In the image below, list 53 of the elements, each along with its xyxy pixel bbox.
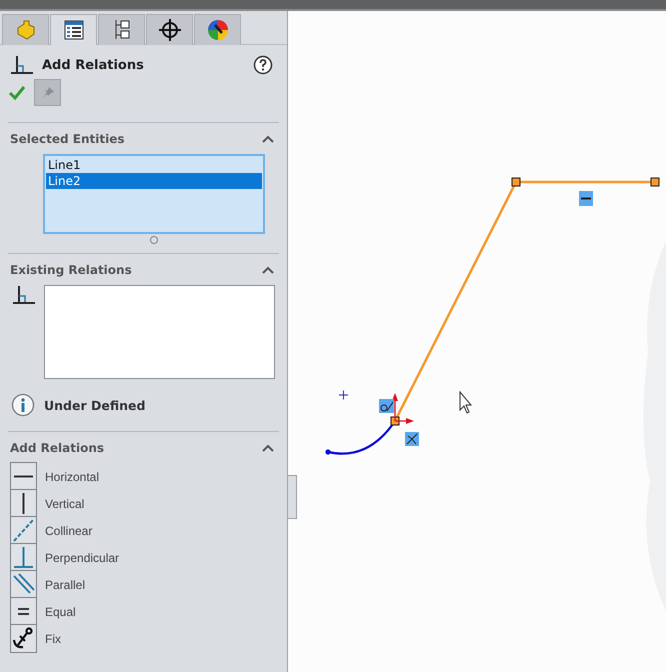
check-icon[interactable] [8, 84, 26, 100]
parallel-icon [10, 570, 37, 598]
fix-icon [10, 624, 37, 652]
endpoint [390, 416, 400, 426]
vertical-icon [10, 488, 37, 518]
section-title: Add Relations [10, 441, 104, 455]
relation-option[interactable]: Equal [10, 598, 277, 625]
equal-icon [10, 596, 37, 626]
panel-tab[interactable] [98, 14, 145, 45]
list-item[interactable]: Line2 [46, 173, 262, 189]
tangent-icon [379, 399, 394, 413]
endpoint [650, 178, 660, 186]
relation-option[interactable]: Parallel [10, 571, 277, 598]
relation-option[interactable]: Perpendicular [10, 544, 277, 571]
selection-list[interactable]: Line1 Line2 [43, 154, 265, 234]
part-icon [14, 20, 36, 40]
panel-tab[interactable] [146, 14, 193, 45]
info-icon [11, 393, 35, 417]
center-mark [338, 390, 348, 400]
relation-option[interactable]: Horizontal [10, 463, 277, 490]
horizontal-icon [579, 191, 593, 206]
resize-grip[interactable] [150, 236, 158, 244]
arc-endpoint [325, 449, 331, 455]
list-icon [64, 20, 84, 40]
relations-list[interactable] [44, 285, 275, 379]
cursor-icon [460, 390, 472, 414]
perpendicular-icon [10, 542, 37, 572]
endpoint [512, 178, 520, 186]
pin-icon [40, 86, 54, 100]
relation-option[interactable]: Vertical [10, 490, 277, 517]
collinear-icon [10, 516, 37, 544]
section-title: Selected Entities [10, 132, 125, 146]
coincident-icon [405, 432, 419, 446]
panel-tab[interactable] [194, 14, 241, 45]
horizontal-icon [10, 462, 37, 490]
panel-handle[interactable] [288, 475, 297, 519]
relation-option[interactable]: Fix [10, 625, 277, 652]
list-item[interactable]: Line1 [46, 157, 262, 173]
collapse-button[interactable] [261, 134, 275, 144]
tree-icon [112, 19, 130, 41]
perpendicular-icon [10, 55, 34, 75]
perpendicular-icon [12, 285, 36, 305]
panel-tab[interactable] [50, 14, 97, 45]
help-icon[interactable] [253, 55, 273, 75]
collapse-button[interactable] [261, 265, 275, 275]
relation-option[interactable]: Collinear [10, 517, 277, 544]
origin-arrows-icon [392, 393, 414, 424]
crosshair-icon [158, 19, 180, 41]
section-title: Existing Relations [10, 263, 132, 277]
panel-title: Add Relations [42, 58, 145, 72]
appearance-icon [206, 19, 228, 41]
status-text: Under Defined [44, 398, 146, 412]
collapse-button[interactable] [261, 443, 275, 453]
